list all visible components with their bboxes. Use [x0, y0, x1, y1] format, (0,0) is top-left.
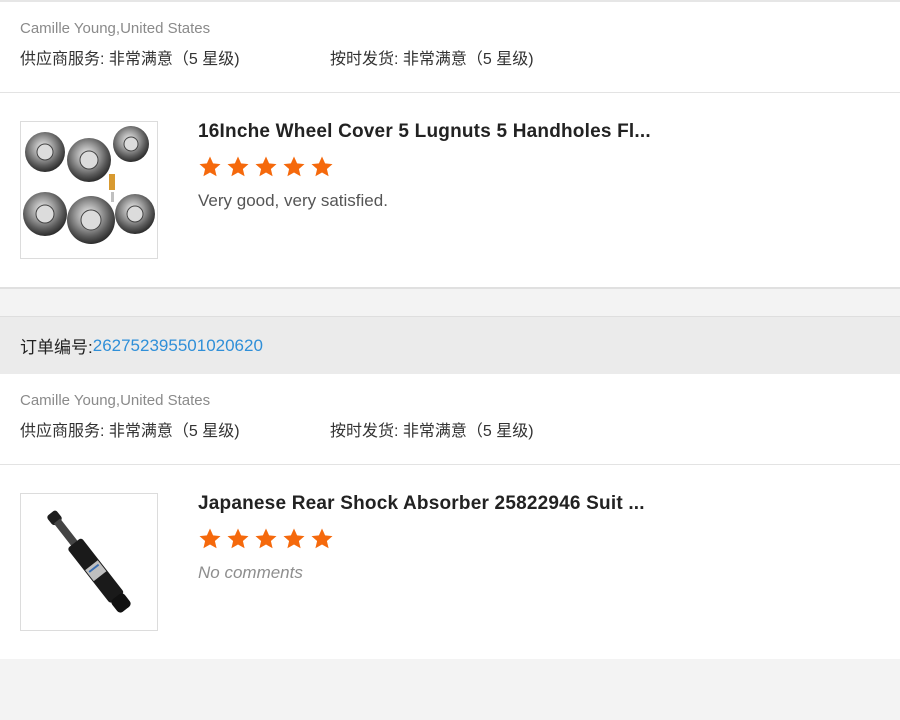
on-time-delivery-rating: 按时发货: 非常满意（5 星级) [330, 423, 534, 440]
star-icon [255, 156, 277, 177]
star-icon [199, 156, 221, 177]
ratings-row: 供应商服务: 非常满意（5 星级) 按时发货: 非常满意（5 星级) [20, 50, 880, 92]
wheel-cover-2 [67, 138, 111, 182]
product-image-shock-absorber[interactable] [20, 493, 158, 631]
star-icon [311, 156, 333, 177]
product-image-wheel-covers[interactable] [20, 121, 158, 259]
reviewer-name: Camille Young,United States [20, 20, 211, 37]
product-title[interactable]: Japanese Rear Shock Absorber 25822946 Su… [198, 493, 645, 515]
product-title[interactable]: 16Inche Wheel Cover 5 Lugnuts 5 Handhole… [198, 121, 651, 143]
review-card-1: Camille Young,United States 供应商服务: 非常满意（… [0, 0, 900, 287]
wheel-covers-image [23, 126, 155, 244]
supplier-service-rating: 供应商服务: 非常满意（5 星级) [20, 51, 240, 68]
order-number-label: 订单编号: [20, 338, 93, 357]
supplier-service-rating: 供应商服务: 非常满意（5 星级) [20, 423, 240, 440]
reviewer-name: Camille Young,United States [20, 392, 211, 409]
product-info: 16Inche Wheel Cover 5 Lugnuts 5 Handhole… [198, 121, 651, 259]
wheel-cover-4 [23, 192, 67, 236]
star-icon [227, 528, 249, 549]
shock-absorber-shape [47, 510, 131, 613]
order-number-bar: 订单编号: 262752395501020620 [0, 316, 900, 374]
reviewer-section: Camille Young,United States 供应商服务: 非常满意（… [0, 2, 900, 92]
reviewer-section: Camille Young,United States 供应商服务: 非常满意（… [0, 374, 900, 464]
review-card-2: Camille Young,United States 供应商服务: 非常满意（… [0, 374, 900, 659]
wheel-cover-3 [113, 126, 149, 162]
star-icon [255, 528, 277, 549]
product-row: 16Inche Wheel Cover 5 Lugnuts 5 Handhole… [0, 93, 900, 287]
star-rating [198, 527, 645, 551]
star-icon [311, 528, 333, 549]
star-icon [283, 156, 305, 177]
wheel-cover-1 [25, 132, 65, 172]
review-comment: Very good, very satisfied. [198, 191, 388, 210]
on-time-delivery-rating: 按时发货: 非常满意（5 星级) [330, 51, 534, 68]
review-comment: No comments [198, 563, 303, 582]
wheel-cover-6 [115, 194, 155, 234]
star-icon [283, 528, 305, 549]
product-info: Japanese Rear Shock Absorber 25822946 Su… [198, 493, 645, 631]
product-row: Japanese Rear Shock Absorber 25822946 Su… [0, 465, 900, 659]
wheel-cover-5 [67, 196, 115, 244]
star-icon [199, 528, 221, 549]
ratings-row: 供应商服务: 非常满意（5 星级) 按时发货: 非常满意（5 星级) [20, 422, 880, 464]
order-number-link[interactable]: 262752395501020620 [93, 336, 263, 356]
star-icon [227, 156, 249, 177]
star-rating [198, 155, 651, 179]
card-gap [0, 287, 900, 316]
shock-absorber-image [47, 510, 131, 613]
lug-nut-accessory [109, 174, 115, 202]
